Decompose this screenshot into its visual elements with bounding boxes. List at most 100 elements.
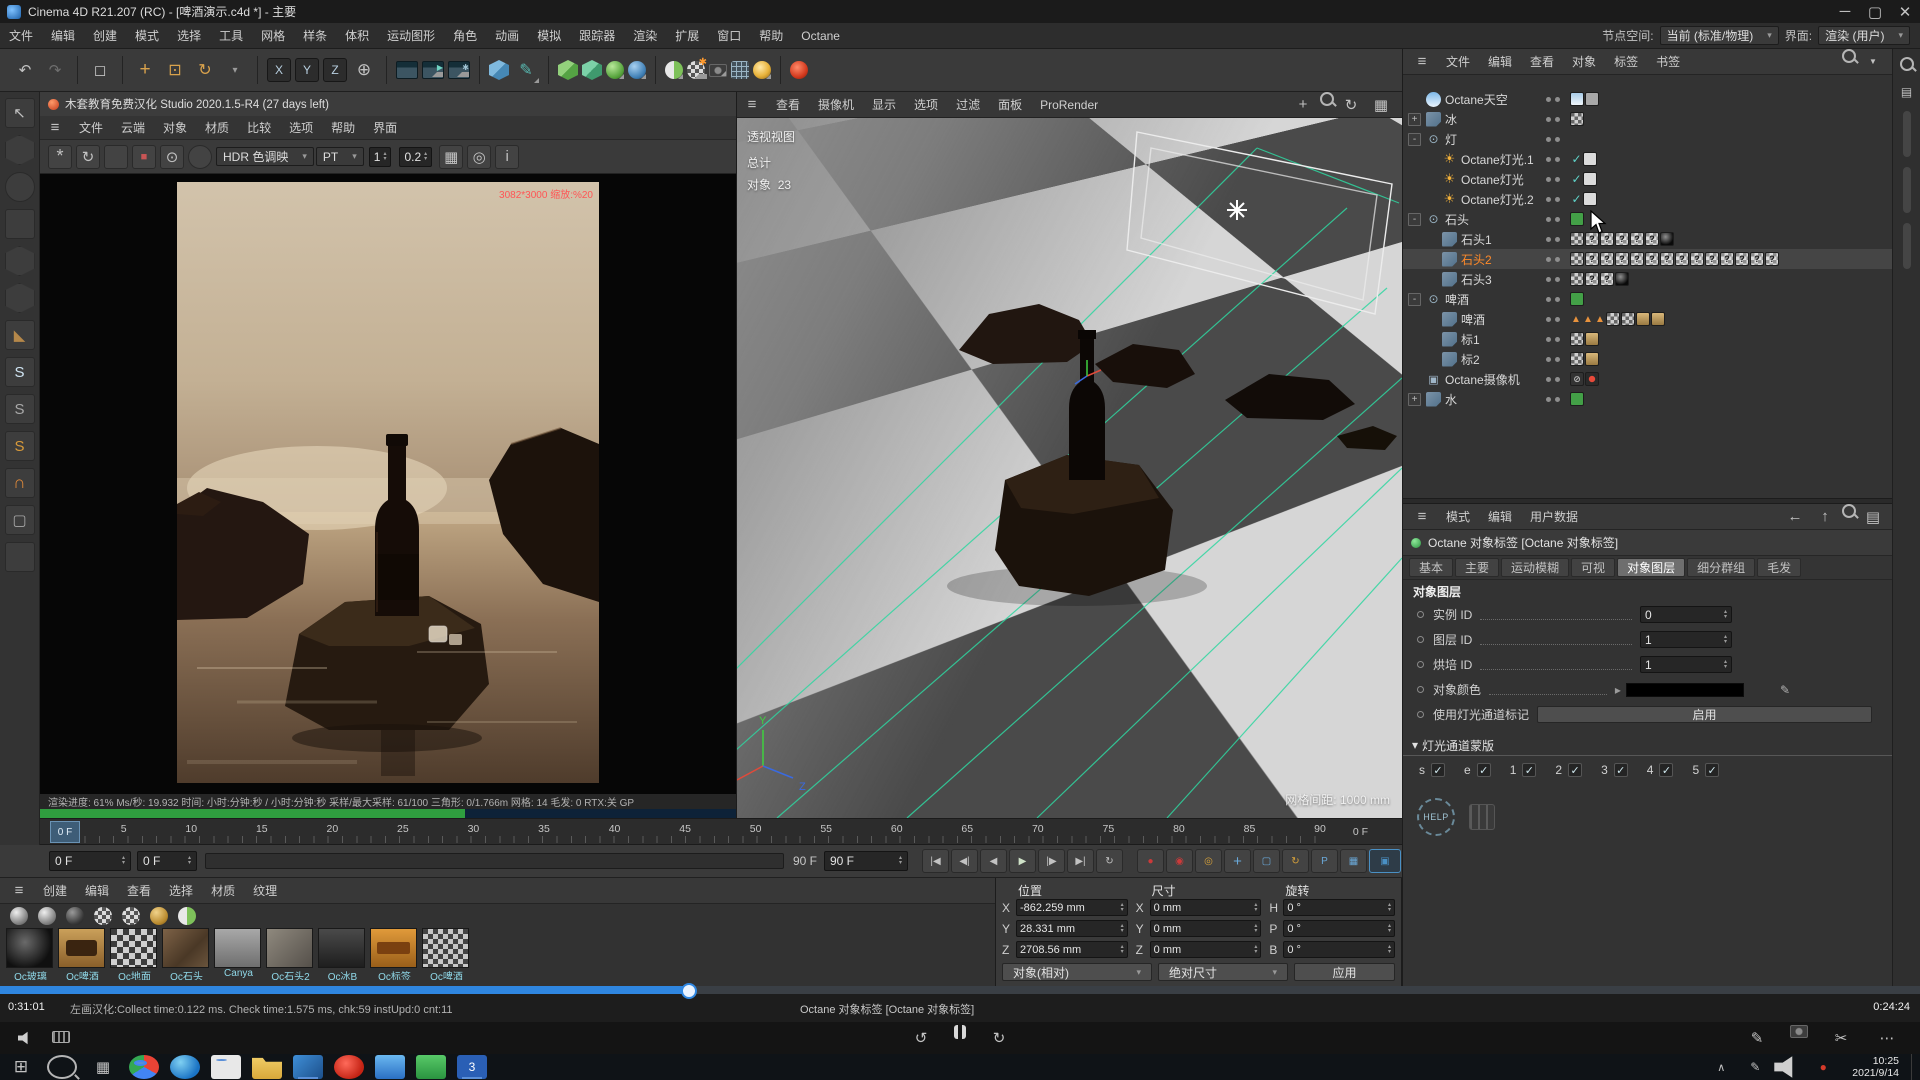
tag-sky-icon[interactable]: [1570, 92, 1584, 106]
visibility-dots[interactable]: [1544, 157, 1570, 162]
video-progress-fill[interactable]: [0, 986, 691, 994]
tag-ball-icon[interactable]: [1660, 232, 1674, 246]
menu-item[interactable]: 样条: [294, 27, 336, 44]
camera-button[interactable]: [709, 64, 727, 77]
tag-q-icon[interactable]: ?: [1645, 232, 1659, 246]
recorder-app-icon[interactable]: 3: [457, 1055, 487, 1079]
tag-checker-icon[interactable]: [1606, 312, 1620, 326]
position-Z-input[interactable]: 2708.56 mm▴▾: [1016, 941, 1128, 958]
object-row-啤酒[interactable]: -⊙啤酒: [1403, 289, 1892, 309]
visibility-dots[interactable]: [1544, 377, 1570, 382]
coords-mode-select[interactable]: 对象(相对)▾: [1002, 963, 1152, 981]
tag-q-icon[interactable]: ?: [1630, 232, 1644, 246]
rotate-tool-icon[interactable]: ↻: [192, 57, 218, 83]
lock-resolution-icon[interactable]: ⊙: [160, 145, 184, 169]
position-Y-input[interactable]: 28.331 mm▴▾: [1016, 920, 1128, 937]
strip-home-icon[interactable]: ▤: [1898, 83, 1916, 101]
rocks[interactable]: [959, 304, 1397, 596]
attribute-tab[interactable]: 毛发: [1757, 558, 1801, 577]
图层 ID-input[interactable]: 1▴▾: [1640, 631, 1732, 648]
redo-icon[interactable]: ↷: [42, 57, 68, 83]
visibility-dots[interactable]: [1544, 297, 1570, 302]
om-menu-item[interactable]: 查看: [1521, 53, 1563, 70]
attribute-tab[interactable]: 运动模糊: [1501, 558, 1569, 577]
visibility-dots[interactable]: [1544, 337, 1570, 342]
tweak-mode-icon[interactable]: ↖: [5, 98, 35, 128]
tag-cam-icon[interactable]: ⊘: [1570, 372, 1584, 386]
texture-mode-icon[interactable]: [5, 172, 35, 202]
add-cube-button[interactable]: [489, 60, 509, 80]
attribute-tab[interactable]: 可视: [1571, 558, 1615, 577]
workplane-lock-icon[interactable]: [5, 542, 35, 572]
material-thumbnail[interactable]: [370, 928, 417, 968]
autokey-master-button[interactable]: ▣: [1369, 849, 1401, 873]
menu-item[interactable]: 动画: [486, 27, 528, 44]
keyframe-dot[interactable]: [1417, 636, 1424, 643]
minimize-button[interactable]: ─: [1832, 0, 1858, 25]
solo-hierarchy-icon[interactable]: S: [5, 431, 35, 461]
tray-chevron-icon[interactable]: ∧: [1706, 1055, 1736, 1079]
play-button[interactable]: ▶: [1009, 849, 1036, 873]
end-frame-input[interactable]: 90 F▴▾: [824, 851, 908, 871]
om-menu-item[interactable]: 书签: [1647, 53, 1689, 70]
material-thumbnail[interactable]: [162, 928, 209, 968]
material-thumbnail[interactable]: [318, 928, 365, 968]
viewport-menu-item[interactable]: ProRender: [1031, 98, 1107, 112]
viewport-menu-item[interactable]: 面板: [989, 96, 1031, 113]
record-keyframe-button[interactable]: ●: [1137, 849, 1164, 873]
z-axis-button[interactable]: Z: [323, 58, 347, 82]
key-parameter-toggle[interactable]: P: [1311, 849, 1338, 873]
material-preview-icon[interactable]: [94, 907, 112, 925]
size-Z-input[interactable]: 0 mm▴▾: [1150, 941, 1262, 958]
area-light-wireframe[interactable]: [1127, 132, 1392, 314]
menu-item[interactable]: 渲染: [624, 27, 666, 44]
attr-menu-item[interactable]: 模式: [1437, 508, 1479, 525]
material-menu-item[interactable]: 选择: [160, 882, 202, 899]
material-item[interactable]: Oc冰B: [318, 928, 367, 980]
material-preview-icon[interactable]: [66, 907, 84, 925]
octane-menu-item[interactable]: 云端: [112, 119, 154, 136]
tag-green-icon[interactable]: [1570, 392, 1584, 406]
tag-q-icon[interactable]: ?: [1600, 252, 1614, 266]
material-thumbnail[interactable]: [6, 928, 53, 968]
material-menu-item[interactable]: 创建: [34, 882, 76, 899]
pan-view-icon[interactable]: +: [1290, 92, 1316, 118]
tag-q-icon[interactable]: ?: [1600, 272, 1614, 286]
next-key-button[interactable]: ▶|: [1067, 849, 1094, 873]
object-row-Octane灯光.1[interactable]: ☀Octane灯光.1✓: [1403, 149, 1892, 169]
tag-q-icon[interactable]: ?: [1690, 252, 1704, 266]
attribute-tab[interactable]: 主要: [1455, 558, 1499, 577]
taskbar-clock[interactable]: 10:25 2021/9/14: [1844, 1055, 1907, 1079]
video-progress-bar[interactable]: [0, 986, 1920, 994]
octane-menu-item[interactable]: 对象: [154, 119, 196, 136]
om-menu-item[interactable]: 标签: [1605, 53, 1647, 70]
tag-gray-icon[interactable]: [1585, 92, 1599, 106]
object-row-标2[interactable]: 标2: [1403, 349, 1892, 369]
attr-back-icon[interactable]: ←: [1782, 504, 1808, 530]
model-mode-icon[interactable]: [5, 135, 35, 165]
task-view-button[interactable]: ▦: [88, 1055, 118, 1079]
solo-single-icon[interactable]: S: [5, 394, 35, 424]
visibility-dots[interactable]: [1544, 177, 1570, 182]
tag-q-icon[interactable]: ?: [1645, 252, 1659, 266]
object-row-水[interactable]: +水: [1403, 389, 1892, 409]
panel-menu-icon[interactable]: ≡: [1409, 504, 1435, 530]
tag-check-icon[interactable]: ✓: [1570, 192, 1583, 206]
annotate-pencil-icon[interactable]: ✎: [1744, 1025, 1770, 1051]
quantize-icon[interactable]: ▢: [5, 505, 35, 535]
wechat-app-icon[interactable]: [416, 1055, 446, 1079]
tray-pen-icon[interactable]: ✎: [1740, 1055, 1770, 1079]
mask-checkbox-4[interactable]: ✓: [1659, 763, 1673, 777]
octane-help-icon[interactable]: HELP: [1417, 798, 1455, 836]
c4d-app-icon[interactable]: [211, 1055, 241, 1079]
tag-green-icon[interactable]: [1570, 292, 1584, 306]
clip-scissors-icon[interactable]: ✂: [1828, 1025, 1854, 1051]
tag-q-icon[interactable]: ?: [1630, 252, 1644, 266]
kernel-select[interactable]: PT▾: [316, 147, 364, 166]
floor-button[interactable]: [665, 61, 683, 79]
key-position-toggle[interactable]: +: [1224, 849, 1251, 873]
material-menu-item[interactable]: 材质: [202, 882, 244, 899]
menu-item[interactable]: 选择: [168, 27, 210, 44]
goto-start-button[interactable]: |◀: [922, 849, 949, 873]
edges-mode-icon[interactable]: [5, 283, 35, 313]
